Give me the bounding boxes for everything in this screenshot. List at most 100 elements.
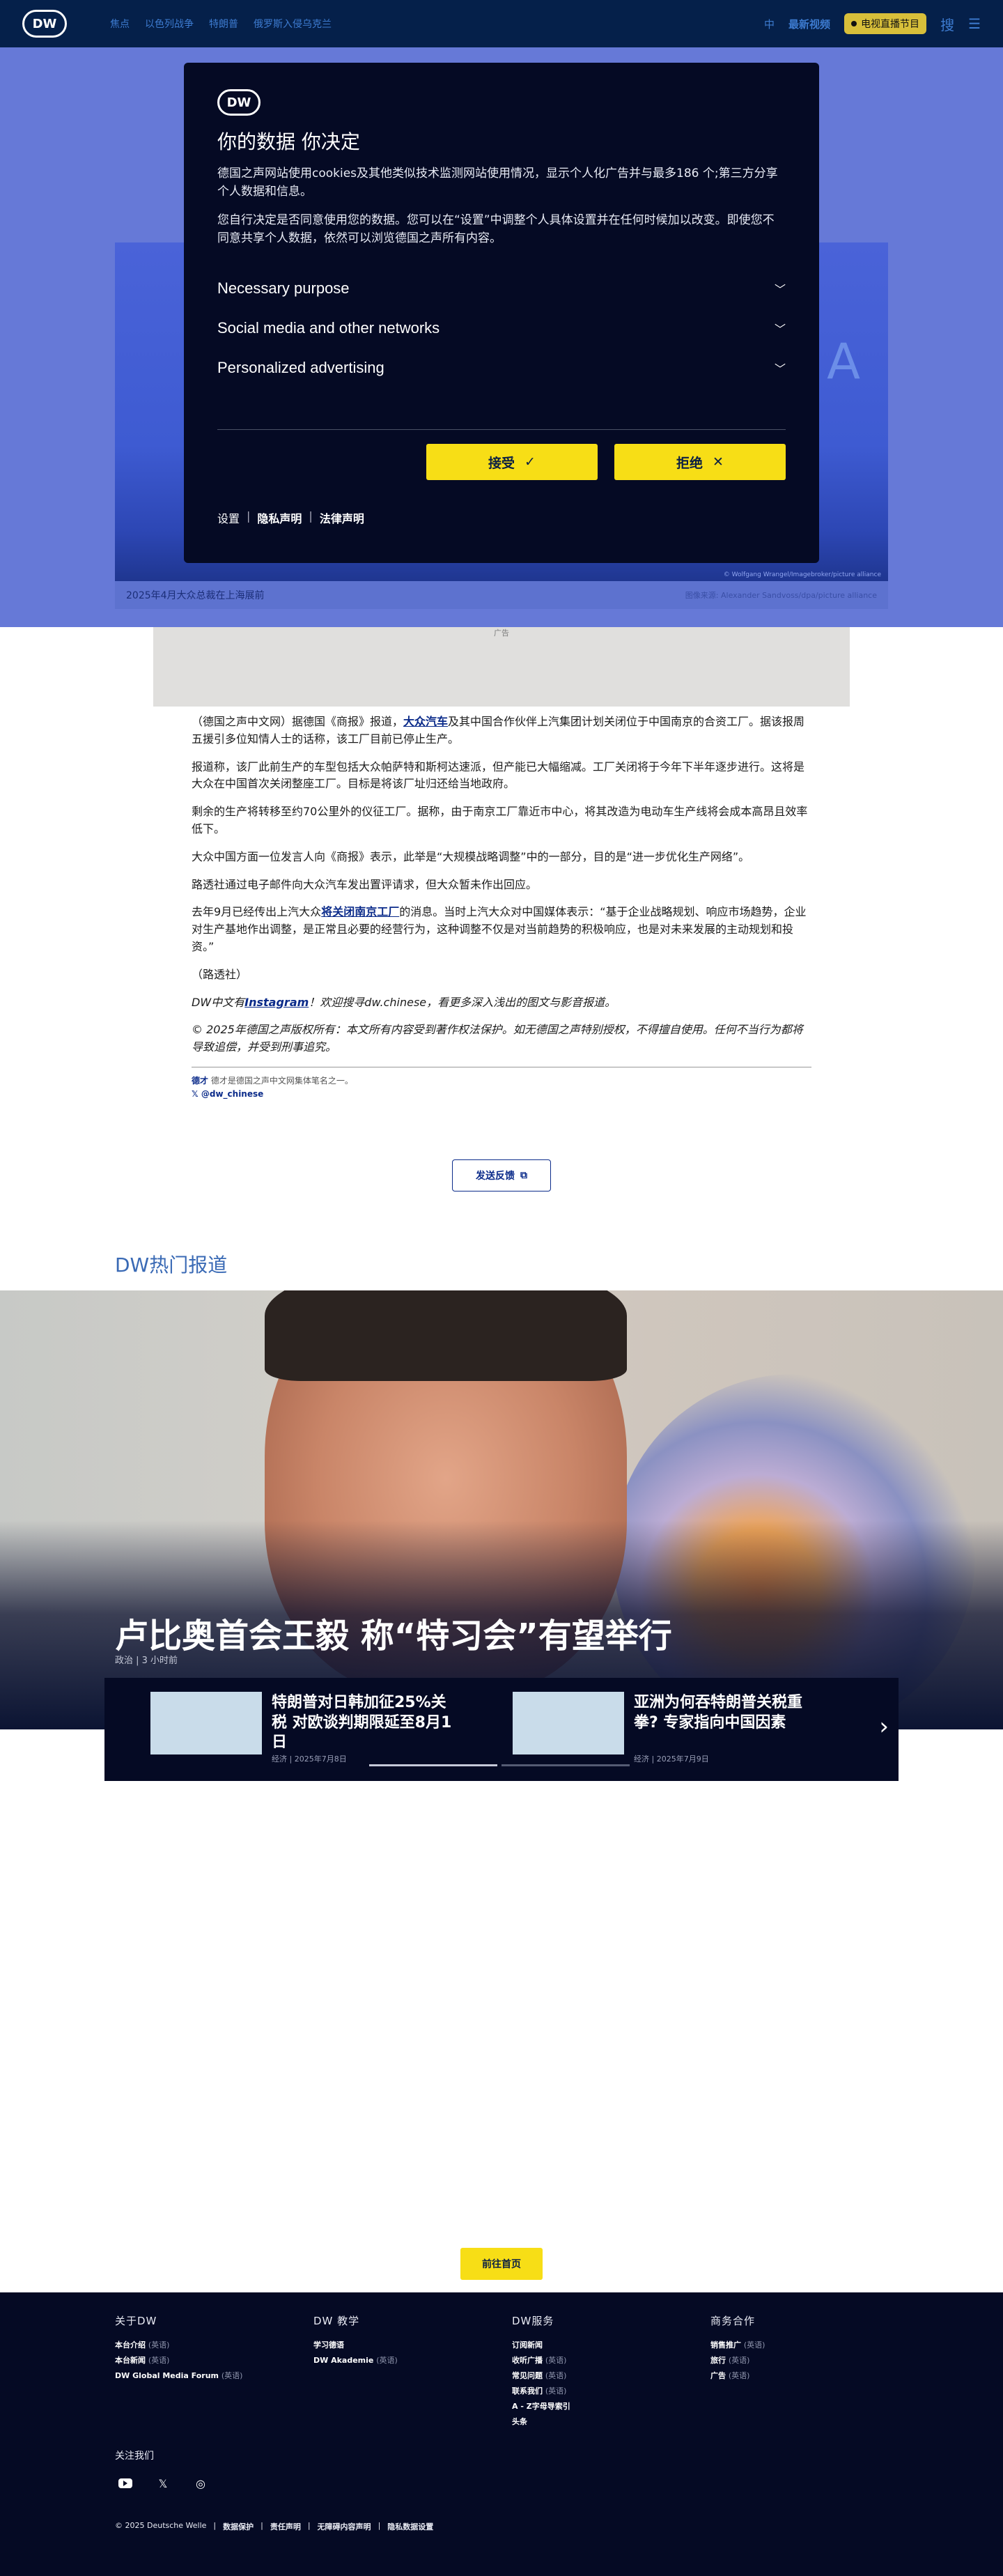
top-header: DW 焦点 以色列战争 特朗普 俄罗斯入侵乌克兰 中 最新视频 电视直播节目 搜… xyxy=(0,0,1003,47)
consent-sections: Necessary purpose ﹀ Social media and othe… xyxy=(217,268,786,387)
nav-item-focus[interactable]: 焦点 xyxy=(110,17,130,31)
accept-label: 接受 xyxy=(488,455,515,471)
footer-link[interactable]: 旅行 (英语) xyxy=(710,2353,905,2368)
footer-link[interactable]: DW Global Media Forum (英语) xyxy=(115,2368,310,2384)
disclaimer-link[interactable]: 责任声明 xyxy=(270,2521,301,2532)
menu-icon[interactable]: ☰ xyxy=(968,15,981,32)
link-text: 头条 xyxy=(512,2417,527,2426)
footer-link[interactable]: DW Akademie (英语) xyxy=(313,2353,508,2368)
x-icon[interactable]: 𝕏 xyxy=(156,2476,170,2490)
carousel-card[interactable]: 特朗普对日韩加征25%关税 对欧谈判期限延至8月1日 经济 | 2025年7月8… xyxy=(104,1692,453,1764)
footer-link[interactable]: 广告 (英语) xyxy=(710,2368,905,2384)
legal-links: © 2025 Deutsche Welle | 数据保护 | 责任声明 | 无障… xyxy=(115,2521,433,2532)
hero-image-text: A xyxy=(827,333,860,390)
link-text: 本台新闻 xyxy=(115,2356,146,2365)
chevron-right-icon[interactable]: › xyxy=(879,1713,889,1741)
footer-link[interactable]: 常见问题 (英语) xyxy=(512,2368,707,2384)
legal-link[interactable]: 法律声明 xyxy=(320,509,364,526)
card-thumbnail xyxy=(513,1692,624,1754)
link-text: 常见问题 xyxy=(512,2371,543,2380)
author-name[interactable]: 德才 xyxy=(192,1076,208,1086)
vw-link[interactable]: 大众汽车 xyxy=(403,715,448,728)
footer-link[interactable]: 学习德语 xyxy=(313,2338,508,2353)
nav-item-trump[interactable]: 特朗普 xyxy=(209,17,238,31)
separator: | xyxy=(261,2521,263,2530)
footer-link[interactable]: 收听广播 (英语) xyxy=(512,2353,707,2368)
section-label: Personalized advertising xyxy=(217,358,384,376)
carousel-progress xyxy=(369,1764,630,1766)
link-text: 订阅新闻 xyxy=(512,2340,543,2350)
link-text: A - Z字母导索引 xyxy=(512,2402,570,2411)
chevron-down-icon: ﹀ xyxy=(774,284,786,296)
article-paragraph: 去年9月已经传出上汽大众将关闭南京工厂的消息。当时上汽大众对中国媒体表示：“基于… xyxy=(192,904,811,955)
consent-links: 设置 | 隐私声明 | 法律声明 xyxy=(217,509,786,526)
footer-col-business: 商务合作 销售推广 (英语) 旅行 (英语) 广告 (英语) xyxy=(710,2313,905,2384)
footer-link[interactable]: 本台介绍 (英语) xyxy=(115,2338,310,2353)
x-handle[interactable]: 𝕏 @dw_chinese xyxy=(192,1088,811,1101)
link-text: 销售推广 xyxy=(710,2340,741,2350)
consent-modal: DW 你的数据 你决定 德国之声网站使用cookies及其他类似技术监测网站使用… xyxy=(184,63,819,563)
portrait-hair xyxy=(265,1290,627,1381)
top-story-title[interactable]: 卢比奥首会王毅 称“特习会”有望举行 xyxy=(115,1608,672,1657)
footer-link[interactable]: A - Z字母导索引 xyxy=(512,2399,707,2414)
section-necessary-purpose[interactable]: Necessary purpose ﹀ xyxy=(217,268,786,308)
dw-logo-modal: DW xyxy=(217,89,261,116)
progress-segment[interactable] xyxy=(502,1764,630,1766)
search-icon[interactable]: 搜 xyxy=(940,14,954,34)
article-body: （德国之声中文网）据德国《商报》报道，大众汽车及其中国合作伙伴上汽集团计划关闭位… xyxy=(192,714,811,1100)
separator: | xyxy=(309,509,313,523)
live-tv-label: 电视直播节目 xyxy=(861,19,920,30)
latest-videos-link[interactable]: 最新视频 xyxy=(788,17,830,31)
link-text: 广告 xyxy=(710,2371,726,2380)
link-lang: (英语) xyxy=(728,2356,750,2365)
separator: | xyxy=(378,2521,381,2530)
link-lang: (英语) xyxy=(545,2386,567,2396)
chevron-down-icon: ﹀ xyxy=(774,323,786,336)
accessibility-link[interactable]: 无障碍内容声明 xyxy=(318,2521,371,2532)
feedback-label: 发送反馈 xyxy=(476,1171,515,1182)
dw-logo[interactable]: DW xyxy=(22,10,67,38)
nav-item-ukraine[interactable]: 俄罗斯入侵乌克兰 xyxy=(254,17,332,31)
section-personalized-ads[interactable]: Personalized advertising ﹀ xyxy=(217,348,786,387)
language-icon[interactable]: 中 xyxy=(764,17,775,31)
footer-link[interactable]: 联系我们 (英语) xyxy=(512,2384,707,2399)
nav-item-israel-war[interactable]: 以色列战争 xyxy=(145,17,194,31)
youtube-icon[interactable] xyxy=(118,2476,132,2490)
section-social-media[interactable]: Social media and other networks ﹀ xyxy=(217,308,786,348)
privacy-settings-link[interactable]: 隐私数据设置 xyxy=(387,2521,433,2532)
consent-text-2: 您自行决定是否同意使用您的数据。您可以在“设置”中调整个人具体设置并在任何时候加… xyxy=(217,213,775,246)
follow-us-title: 关注我们 xyxy=(115,2451,154,2462)
reject-button[interactable]: 拒绝 ✕ xyxy=(614,444,786,481)
send-feedback-button[interactable]: 发送反馈 ⧉ xyxy=(452,1159,551,1191)
settings-link[interactable]: 设置 xyxy=(217,509,240,526)
article-paragraph: （路透社） xyxy=(192,967,248,981)
section-label: Necessary purpose xyxy=(217,279,350,297)
go-home-button[interactable]: 前往首页 xyxy=(460,2248,543,2280)
story-carousel: 特朗普对日韩加征25%关税 对欧谈判期限延至8月1日 经济 | 2025年7月8… xyxy=(104,1678,899,1781)
footer-link[interactable]: 本台新闻 (英语) xyxy=(115,2353,310,2368)
consent-title: 你的数据 你决定 xyxy=(217,130,360,153)
header-actions: 中 最新视频 电视直播节目 搜 ☰ xyxy=(764,13,981,34)
footer-link[interactable]: 销售推广 (英语) xyxy=(710,2338,905,2353)
progress-segment[interactable] xyxy=(369,1764,497,1766)
chevron-down-icon: ﹀ xyxy=(774,363,786,376)
instagram-promo: DW中文有Instagram！欢迎搜寻dw.chinese，看更多深入浅出的图文… xyxy=(192,994,811,1012)
link-lang: (英语) xyxy=(148,2340,170,2350)
social-links: 𝕏 ◎ xyxy=(118,2476,208,2490)
footer-link[interactable]: 订阅新闻 xyxy=(512,2338,707,2353)
privacy-link[interactable]: 隐私声明 xyxy=(257,509,302,526)
separator: | xyxy=(307,2521,311,2530)
instagram-icon[interactable]: ◎ xyxy=(194,2476,208,2490)
instagram-link[interactable]: Instagram xyxy=(244,996,309,1009)
live-tv-button[interactable]: 电视直播节目 xyxy=(844,13,927,34)
copy-icon: ⧉ xyxy=(520,1170,527,1181)
carousel-card[interactable]: 亚洲为何吞特朗普关税重拳? 专家指向中国因素 经济 | 2025年7月9日 xyxy=(467,1692,815,1764)
nanjing-plant-link[interactable]: 将关闭南京工厂 xyxy=(321,905,399,918)
reject-label: 拒绝 xyxy=(676,455,703,471)
footer-link[interactable]: 头条 xyxy=(512,2414,707,2430)
link-lang: (英语) xyxy=(743,2340,765,2350)
accept-button[interactable]: 接受 ✓ xyxy=(426,444,598,481)
author-desc: 德才是德国之声中文网集体笔名之一。 xyxy=(210,1075,353,1086)
card-meta: 经济 | 2025年7月9日 xyxy=(634,1754,709,1764)
privacy-link[interactable]: 数据保护 xyxy=(223,2521,254,2532)
